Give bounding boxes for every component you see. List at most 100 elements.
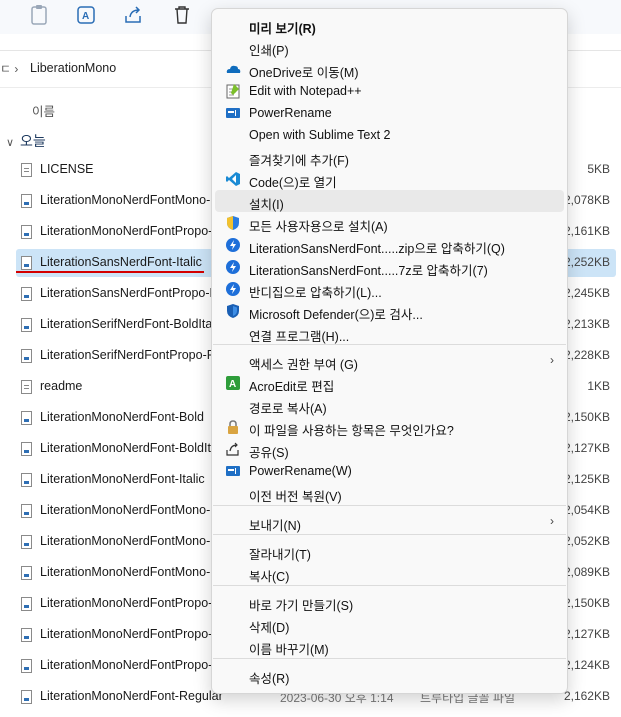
font-file-icon bbox=[21, 597, 32, 611]
menu-item-label: Code(으)로 열기 bbox=[249, 176, 337, 190]
menu-item-label: 미리 보기(R) bbox=[249, 22, 316, 36]
menu-item[interactable]: 미리 보기(R) bbox=[215, 14, 564, 36]
font-file-icon bbox=[21, 659, 32, 673]
file-name: LiterationMonoNerdFont-BoldIta bbox=[40, 441, 218, 455]
file-size: 2,052KB bbox=[563, 534, 610, 548]
menu-item[interactable]: 속성(R) bbox=[215, 664, 564, 686]
file-size: 2,054KB bbox=[563, 503, 610, 517]
font-file-icon bbox=[21, 628, 32, 642]
file-size: 2,161KB bbox=[563, 224, 610, 238]
file-name: LiterationMonoNerdFontMono- bbox=[40, 193, 211, 207]
font-file-icon bbox=[21, 535, 32, 549]
menu-item-label: 바로 가기 만들기(S) bbox=[249, 599, 354, 613]
menu-separator bbox=[213, 505, 566, 506]
menu-item[interactable]: 즐겨찾기에 추가(F) bbox=[215, 146, 564, 168]
file-size: 2,213KB bbox=[563, 317, 610, 331]
paste-icon[interactable] bbox=[26, 4, 52, 26]
menu-item[interactable]: 이름 바꾸기(M) bbox=[215, 635, 564, 657]
menu-item[interactable]: Edit with Notepad++ bbox=[215, 80, 564, 102]
menu-item[interactable]: A AcroEdit로 편집 bbox=[215, 372, 564, 394]
menu-item[interactable]: 보내기(N) › bbox=[215, 511, 564, 533]
file-name: LiterationMonoNerdFontMono-I bbox=[40, 565, 214, 579]
menu-item-label: 이름 바꾸기(M) bbox=[249, 643, 329, 657]
menu-item-label: OneDrive로 이동(M) bbox=[249, 66, 359, 80]
menu-item[interactable]: 삭제(D) bbox=[215, 613, 564, 635]
menu-item[interactable]: 반디집으로 압축하기(L)... bbox=[215, 278, 564, 300]
menu-item[interactable]: 바로 가기 만들기(S) bbox=[215, 591, 564, 613]
file-size: 2,162KB bbox=[563, 689, 610, 703]
menu-item-label: 속성(R) bbox=[249, 672, 290, 686]
menu-item-label: 삭제(D) bbox=[249, 621, 290, 635]
delete-icon[interactable] bbox=[169, 4, 195, 26]
menu-item[interactable]: 공유(S) bbox=[215, 438, 564, 460]
menu-item[interactable]: 이 파일을 사용하는 항목은 무엇인가요? bbox=[215, 416, 564, 438]
menu-item-label: 인쇄(P) bbox=[249, 44, 289, 58]
lock-icon bbox=[225, 419, 241, 435]
file-size: 1KB bbox=[587, 379, 610, 393]
file-size: 2,245KB bbox=[563, 286, 610, 300]
menu-item[interactable]: 이전 버전 복원(V) bbox=[215, 482, 564, 504]
menu-separator bbox=[213, 658, 566, 659]
menu-item[interactable]: Open with Sublime Text 2 bbox=[215, 124, 564, 146]
menu-separator bbox=[213, 585, 566, 586]
menu-item[interactable]: LiterationSansNerdFont.....zip으로 압축하기(Q) bbox=[215, 234, 564, 256]
menu-item[interactable]: 인쇄(P) bbox=[215, 36, 564, 58]
file-size: 2,125KB bbox=[563, 472, 610, 486]
menu-item[interactable]: 모든 사용자용으로 설치(A) bbox=[215, 212, 564, 234]
menu-item[interactable]: 설치(I) bbox=[215, 190, 564, 212]
menu-item[interactable]: Code(으)로 열기 bbox=[215, 168, 564, 190]
menu-item[interactable]: Microsoft Defender(으)로 검사... bbox=[215, 300, 564, 322]
menu-item-label: 즐겨찾기에 추가(F) bbox=[249, 154, 349, 168]
context-menu: 미리 보기(R) 인쇄(P) OneDrive로 이동(M) Edit with No… bbox=[211, 8, 568, 694]
bandizip-icon bbox=[225, 281, 241, 297]
menu-item-label: 이 파일을 사용하는 항목은 무엇인가요? bbox=[249, 424, 454, 438]
svg-text:A: A bbox=[229, 379, 236, 390]
file-name: LiterationSerifNerdFont-BoldItali bbox=[40, 317, 218, 331]
group-header-today[interactable]: ∨ 오늘 bbox=[6, 131, 46, 151]
menu-item[interactable]: 연결 프로그램(H)... bbox=[215, 322, 564, 344]
menu-item[interactable]: PowerRename(W) bbox=[215, 460, 564, 482]
file-size: 2,124KB bbox=[563, 658, 610, 672]
font-file-icon bbox=[21, 411, 32, 425]
file-name: LiterationSansNerdFont-Italic bbox=[40, 255, 202, 269]
rename-icon[interactable]: A bbox=[74, 4, 100, 26]
font-file-icon bbox=[21, 442, 32, 456]
file-name: LiterationMonoNerdFontMono-I bbox=[40, 534, 214, 548]
font-file-icon bbox=[21, 194, 32, 208]
menu-item-label: 반디집으로 압축하기(L)... bbox=[249, 286, 382, 300]
powerrename-icon bbox=[225, 105, 241, 121]
chevron-right-icon: › bbox=[550, 353, 554, 367]
menu-item-label: 공유(S) bbox=[249, 446, 289, 460]
breadcrumb-folder[interactable]: LiberationMono bbox=[30, 61, 116, 75]
file-name: LiterationMonoNerdFont-Regular bbox=[40, 689, 223, 703]
menu-item-label: 모든 사용자용으로 설치(A) bbox=[249, 220, 388, 234]
column-header-name[interactable]: 이름 bbox=[32, 101, 55, 120]
menu-item-label: 경로로 복사(A) bbox=[249, 402, 327, 416]
menu-item[interactable]: 액세스 권한 부여 (G) › bbox=[215, 350, 564, 372]
font-file-icon bbox=[21, 566, 32, 580]
bandizip-icon bbox=[225, 259, 241, 275]
uac-shield-icon bbox=[225, 215, 241, 231]
font-file-icon bbox=[21, 349, 32, 363]
file-name: LiterationMonoNerdFontPropo-I bbox=[40, 658, 216, 672]
file-name: LiterationMonoNerdFontPropo-I bbox=[40, 596, 216, 610]
file-size: 5KB bbox=[587, 162, 610, 176]
breadcrumb-separator: ㄷ › bbox=[0, 62, 19, 76]
menu-item[interactable]: 경로로 복사(A) bbox=[215, 394, 564, 416]
share-icon[interactable] bbox=[121, 4, 147, 26]
menu-item[interactable]: OneDrive로 이동(M) bbox=[215, 58, 564, 80]
notepadpp-icon bbox=[225, 83, 241, 99]
menu-item[interactable]: 복사(C) bbox=[215, 562, 564, 584]
font-file-icon bbox=[21, 504, 32, 518]
menu-item[interactable]: PowerRename bbox=[215, 102, 564, 124]
defender-icon bbox=[225, 303, 241, 319]
menu-item-label: 이전 버전 복원(V) bbox=[249, 490, 342, 504]
menu-item-label: 설치(I) bbox=[249, 198, 284, 212]
menu-item-label: 연결 프로그램(H)... bbox=[249, 330, 350, 344]
file-size: 2,078KB bbox=[563, 193, 610, 207]
share-icon bbox=[225, 441, 241, 457]
annotation-underline-file bbox=[16, 271, 204, 273]
menu-item[interactable]: 잘라내기(T) bbox=[215, 540, 564, 562]
powerrename-icon bbox=[225, 463, 241, 479]
menu-item[interactable]: LiterationSansNerdFont.....7z로 압축하기(7) bbox=[215, 256, 564, 278]
